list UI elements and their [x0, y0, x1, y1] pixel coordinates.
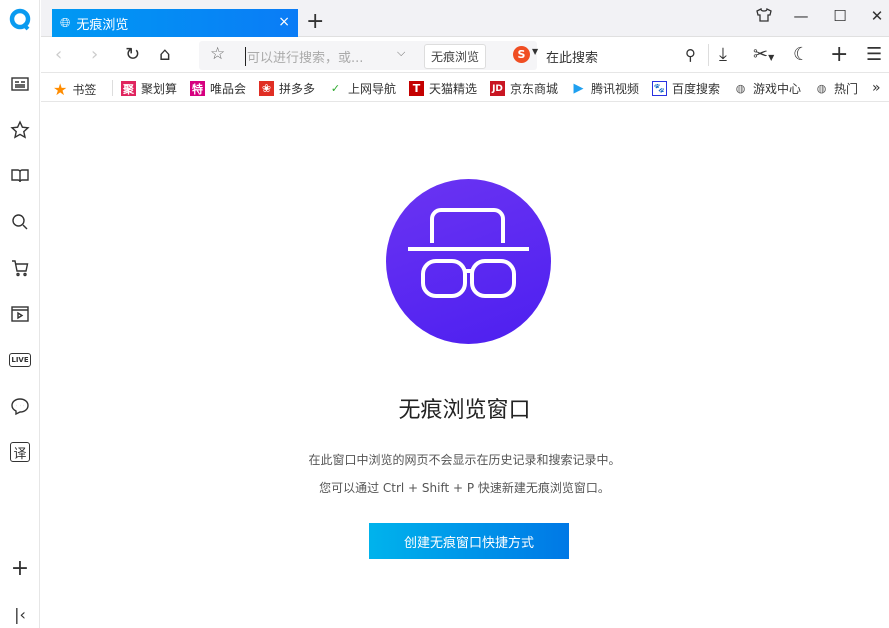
bookmark-item[interactable]: ◍热门 — [814, 80, 859, 97]
sidebar: LIVE 译 + |‹ — [0, 0, 40, 628]
night-mode-moon-icon[interactable]: ☾ — [793, 44, 809, 66]
jd-icon: JD — [490, 81, 505, 96]
close-window-button[interactable]: ✕ — [867, 7, 887, 25]
bookmark-item[interactable]: 特唯品会 — [190, 80, 246, 97]
back-icon[interactable]: ‹ — [55, 44, 62, 66]
translate-icon[interactable]: 译 — [8, 440, 32, 464]
collapse-sidebar-icon[interactable]: |‹ — [8, 602, 32, 626]
tmall-icon: T — [409, 81, 424, 96]
minimize-button[interactable]: — — [791, 7, 811, 25]
download-icon[interactable]: ⤓ — [719, 44, 727, 66]
bookmark-item[interactable]: T天猫精选 — [409, 80, 477, 97]
news-icon[interactable] — [8, 72, 32, 96]
tab-title: 无痕浏览 — [76, 14, 128, 33]
close-tab-icon[interactable]: × — [278, 14, 290, 30]
bookmark-star-icon[interactable]: ☆ — [210, 44, 225, 64]
vipshop-icon: 特 — [190, 81, 205, 96]
browser-logo-icon[interactable] — [8, 8, 32, 32]
dropdown-chevron-icon[interactable]: ⌵ — [397, 46, 405, 60]
bookmark-item[interactable]: 聚聚划算 — [121, 80, 177, 97]
favorites-star-icon[interactable] — [8, 118, 32, 142]
create-shortcut-button[interactable]: 创建无痕窗口快捷方式 — [369, 523, 569, 559]
star-icon: ★ — [53, 80, 67, 99]
bookmark-folder[interactable]: ★书签 — [53, 80, 96, 99]
search-input[interactable]: 在此搜索 — [546, 47, 598, 66]
globe-icon: ◍ — [733, 81, 748, 96]
tab-strip: 🌐︎ 无痕浏览 × + — ☐ ✕ — [41, 0, 889, 37]
engine-dropdown-icon[interactable]: ▼ — [532, 47, 538, 56]
menu-icon[interactable]: ☰ — [866, 44, 882, 66]
bookmarks-bar: ★书签 聚聚划算 特唯品会 ❀拼多多 ✓上网导航 T天猫精选 JD京东商城 ▶腾… — [41, 73, 889, 102]
globe-icon: 🌐︎ — [60, 16, 70, 31]
tab-incognito[interactable]: 🌐︎ 无痕浏览 × — [52, 9, 298, 37]
toolbar: ‹ › ↻ ⌂ ☆ 可以进行搜索，或... ⌵ 无痕浏览 S ▼ 在此搜索 ⚲ … — [41, 37, 889, 73]
forward-icon[interactable]: › — [91, 44, 98, 66]
bookmark-item[interactable]: ❀拼多多 — [259, 80, 315, 97]
bookmark-item[interactable]: ✓上网导航 — [328, 80, 396, 97]
shopping-cart-icon[interactable] — [8, 256, 32, 280]
video-icon[interactable] — [8, 302, 32, 326]
description-line-2: 您可以通过 Ctrl + Shift + P 快速新建无痕浏览窗口。 — [40, 479, 889, 496]
bookmark-item[interactable]: 🐾百度搜索 — [652, 80, 720, 97]
incognito-hat-glasses-icon — [386, 179, 551, 344]
pinduoduo-icon: ❀ — [259, 81, 274, 96]
page-title: 无痕浏览窗口 — [0, 392, 889, 424]
hao-navigation-icon: ✓ — [328, 81, 343, 96]
reload-icon[interactable]: ↻ — [125, 44, 140, 66]
divider — [708, 44, 709, 66]
more-bookmarks-icon[interactable]: » — [872, 80, 881, 96]
bookmark-item[interactable]: ▶腾讯视频 — [571, 80, 639, 97]
divider — [112, 80, 113, 96]
skin-icon[interactable] — [754, 7, 774, 27]
address-input[interactable]: 可以进行搜索，或... — [245, 47, 363, 66]
reader-book-icon[interactable] — [8, 164, 32, 188]
description-line-1: 在此窗口中浏览的网页不会显示在历史记录和搜索记录中。 — [40, 451, 889, 468]
live-icon[interactable]: LIVE — [8, 348, 32, 372]
screenshot-scissors-icon[interactable]: ✂▼ — [753, 44, 774, 69]
incognito-button[interactable]: 无痕浏览 — [424, 44, 486, 69]
juhuasuan-icon: 聚 — [121, 81, 136, 96]
sogou-search-engine-icon[interactable]: S — [513, 46, 530, 63]
search-icon[interactable]: ⚲ — [685, 44, 696, 66]
address-bar[interactable]: ☆ 可以进行搜索，或... ⌵ 无痕浏览 — [199, 41, 537, 70]
globe-icon: ◍ — [814, 81, 829, 96]
home-icon[interactable]: ⌂ — [159, 44, 170, 66]
maximize-button[interactable]: ☐ — [830, 7, 850, 25]
bookmark-item[interactable]: ◍游戏中心 — [733, 80, 801, 97]
search-icon[interactable] — [8, 210, 32, 234]
add-icon[interactable]: + — [830, 44, 848, 66]
add-icon[interactable]: + — [8, 556, 32, 580]
baidu-icon: 🐾 — [652, 81, 667, 96]
bookmark-item[interactable]: JD京东商城 — [490, 80, 558, 97]
new-tab-button[interactable]: + — [306, 9, 324, 35]
tencent-video-icon: ▶ — [571, 81, 586, 96]
